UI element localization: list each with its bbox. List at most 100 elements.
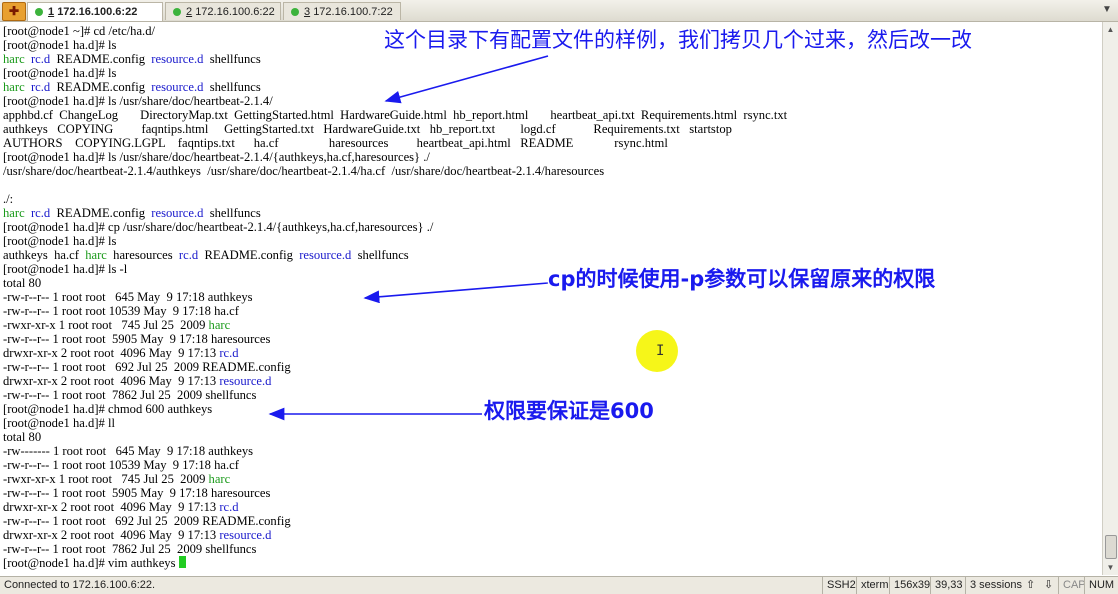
terminal-text: -rwxr-xr-x 1 root root 745 Jul 25 2009 — [3, 318, 209, 332]
directory-name: resource.d — [299, 248, 352, 262]
terminal-text: README.config — [50, 52, 152, 66]
terminal-text: [root@node1 ha.d]# ls — [3, 38, 117, 52]
tab-bar: ✚ 1 172.16.100.6:22 2 172.16.100.6:22 3 … — [0, 0, 1118, 22]
terminal-text: -rw-r--r-- 1 root root 692 Jul 25 2009 R… — [3, 360, 291, 374]
terminal-line: [root@node1 ha.d]# ll — [3, 416, 787, 430]
terminal-text: drwxr-xr-x 2 root root 4096 May 9 17:13 — [3, 528, 220, 542]
protocol-indicator: SSH2 — [822, 577, 856, 594]
terminal-line: /usr/share/doc/heartbeat-2.1.4/authkeys … — [3, 164, 787, 178]
terminal-cursor — [178, 556, 186, 568]
terminal-text: -rw-r--r-- 1 root root 5905 May 9 17:18 … — [3, 486, 271, 500]
terminal-text: README.config — [50, 80, 152, 94]
directory-name: resource.d — [219, 528, 272, 542]
terminal-text: drwxr-xr-x 2 root root 4096 May 9 17:13 — [3, 500, 220, 514]
terminal-text: authkeys ha.cf — [3, 248, 86, 262]
tab-session-1[interactable]: 1 172.16.100.6:22 — [27, 2, 163, 21]
terminal-text: drwxr-xr-x 2 root root 4096 May 9 17:13 — [3, 346, 220, 360]
directory-name: rc.d — [178, 248, 199, 262]
tab-host: 172.16.100.7:22 — [313, 6, 393, 18]
terminal-line: total 80 — [3, 430, 787, 444]
terminal-size: 156x39 — [889, 577, 930, 594]
terminal-line: harc rc.d README.config resource.d shell… — [3, 80, 787, 94]
terminal-text: README.config — [50, 206, 152, 220]
terminal-line: drwxr-xr-x 2 root root 4096 May 9 17:13 … — [3, 528, 787, 542]
terminal-text: -rw-r--r-- 1 root root 10539 May 9 17:18… — [3, 304, 239, 318]
terminal-text: drwxr-xr-x 2 root root 4096 May 9 17:13 — [3, 374, 220, 388]
terminal-text: [root@node1 ha.d]# vim authkeys — [3, 556, 179, 570]
tab-host: 172.16.100.6:22 — [57, 6, 138, 18]
connection-status: Connected to 172.16.100.6:22. — [4, 579, 156, 591]
terminal-line: -rw-r--r-- 1 root root 5905 May 9 17:18 … — [3, 486, 787, 500]
directory-name: rc.d — [30, 52, 51, 66]
executable-file-name: harc — [208, 472, 231, 486]
scroll-down-arrow-icon[interactable]: ▼ — [1103, 560, 1118, 575]
terminal-line: authkeys ha.cf harc haresources rc.d REA… — [3, 248, 787, 262]
directory-name: resource.d — [151, 80, 204, 94]
terminal-text: ./: — [3, 192, 14, 206]
text-cursor-icon: I — [656, 343, 665, 359]
cursor-position: 39,33 — [930, 577, 963, 594]
terminal-line: -rw-r--r-- 1 root root 7862 Jul 25 2009 … — [3, 542, 787, 556]
terminal-text: -rw-r--r-- 1 root root 692 Jul 25 2009 R… — [3, 514, 291, 528]
tab-session-3[interactable]: 3 172.16.100.7:22 — [283, 2, 401, 20]
vertical-scrollbar[interactable]: ▲ ▼ — [1102, 22, 1118, 575]
terminal-line: -rw-r--r-- 1 root root 10539 May 9 17:18… — [3, 458, 787, 472]
download-icon[interactable]: ⇩ — [1040, 577, 1053, 594]
terminal-line: -rwxr-xr-x 1 root root 745 Jul 25 2009 h… — [3, 472, 787, 486]
terminal-line: AUTHORS COPYING.LGPL faqntips.txt ha.cf … — [3, 136, 787, 150]
annotation-copy-samples: 这个目录下有配置文件的样例，我们拷贝几个过来，然后改一改 — [384, 28, 972, 52]
upload-icon[interactable]: ⇧ — [1022, 577, 1035, 594]
executable-file-name: harc — [3, 80, 25, 94]
connected-status-icon — [173, 8, 181, 16]
session-count: 3 sessions — [965, 577, 1022, 594]
scroll-up-arrow-icon[interactable]: ▲ — [1103, 22, 1118, 37]
directory-name: rc.d — [30, 206, 51, 220]
terminal-line: authkeys COPYING faqntips.html GettingSt… — [3, 122, 787, 136]
terminal-text: -rw-r--r-- 1 root root 7862 Jul 25 2009 … — [3, 388, 257, 402]
directory-name: rc.d — [219, 500, 239, 514]
terminal-output[interactable]: [root@node1 ~]# cd /etc/ha.d/[root@node1… — [0, 22, 1102, 575]
terminal-text: [root@node1 ha.d]# ls /usr/share/doc/hea… — [3, 150, 430, 164]
terminal-line: [root@node1 ha.d]# ls /usr/share/doc/hea… — [3, 94, 787, 108]
executable-file-name: harc — [208, 318, 231, 332]
terminal-lines: [root@node1 ~]# cd /etc/ha.d/[root@node1… — [3, 24, 787, 570]
terminal-line: drwxr-xr-x 2 root root 4096 May 9 17:13 … — [3, 374, 787, 388]
terminal-text: authkeys COPYING faqntips.html GettingSt… — [3, 122, 732, 136]
terminal-line: -rw-r--r-- 1 root root 7862 Jul 25 2009 … — [3, 388, 787, 402]
terminal-text: [root@node1 ha.d]# ll — [3, 416, 115, 430]
terminal-text: shellfuncs — [203, 80, 261, 94]
tab-session-2[interactable]: 2 172.16.100.6:22 — [165, 2, 281, 20]
terminal-text: -rw-r--r-- 1 root root 645 May 9 17:18 a… — [3, 290, 253, 304]
terminal-line: -rw-r--r-- 1 root root 10539 May 9 17:18… — [3, 304, 787, 318]
directory-name: rc.d — [30, 80, 51, 94]
app-menu-icon[interactable]: ✚ — [2, 2, 26, 21]
terminal-line: -rw------- 1 root root 645 May 9 17:18 a… — [3, 444, 787, 458]
tab-host: 172.16.100.6:22 — [195, 6, 275, 18]
executable-file-name: harc — [3, 206, 25, 220]
terminal-text: shellfuncs — [203, 52, 261, 66]
tab-number: 3 — [304, 6, 311, 18]
terminal-line: -rwxr-xr-x 1 root root 745 Jul 25 2009 h… — [3, 318, 787, 332]
caps-lock-indicator: CAP — [1058, 577, 1086, 594]
terminal-text: shellfuncs — [203, 206, 261, 220]
terminal-text: AUTHORS COPYING.LGPL faqntips.txt ha.cf … — [3, 136, 668, 150]
terminal-text: [root@node1 ha.d]# cp /usr/share/doc/hea… — [3, 220, 434, 234]
terminal-text: [root@node1 ha.d]# ls -l — [3, 262, 128, 276]
tab-number: 1 — [48, 6, 55, 18]
terminal-line: drwxr-xr-x 2 root root 4096 May 9 17:13 … — [3, 500, 787, 514]
connected-status-icon — [35, 8, 43, 16]
scroll-thumb[interactable] — [1105, 535, 1117, 559]
terminal-text: shellfuncs — [351, 248, 409, 262]
terminal-line: harc rc.d README.config resource.d shell… — [3, 52, 787, 66]
directory-name: rc.d — [219, 346, 239, 360]
executable-file-name: harc — [3, 52, 25, 66]
status-bar: Connected to 172.16.100.6:22. SSH2 xterm… — [0, 576, 1118, 594]
terminal-text: -rwxr-xr-x 1 root root 745 Jul 25 2009 — [3, 472, 209, 486]
terminal-line: [root@node1 ha.d]# ls — [3, 234, 787, 248]
terminal-text: -rw------- 1 root root 645 May 9 17:18 a… — [3, 444, 254, 458]
tab-list-dropdown-icon[interactable]: ▼ — [1100, 3, 1114, 17]
terminal-text: apphbd.cf ChangeLog DirectoryMap.txt Get… — [3, 108, 788, 122]
directory-name: resource.d — [219, 374, 272, 388]
terminal-line: [root@node1 ha.d]# chmod 600 authkeys — [3, 402, 787, 416]
terminal-text: total 80 — [3, 430, 42, 444]
